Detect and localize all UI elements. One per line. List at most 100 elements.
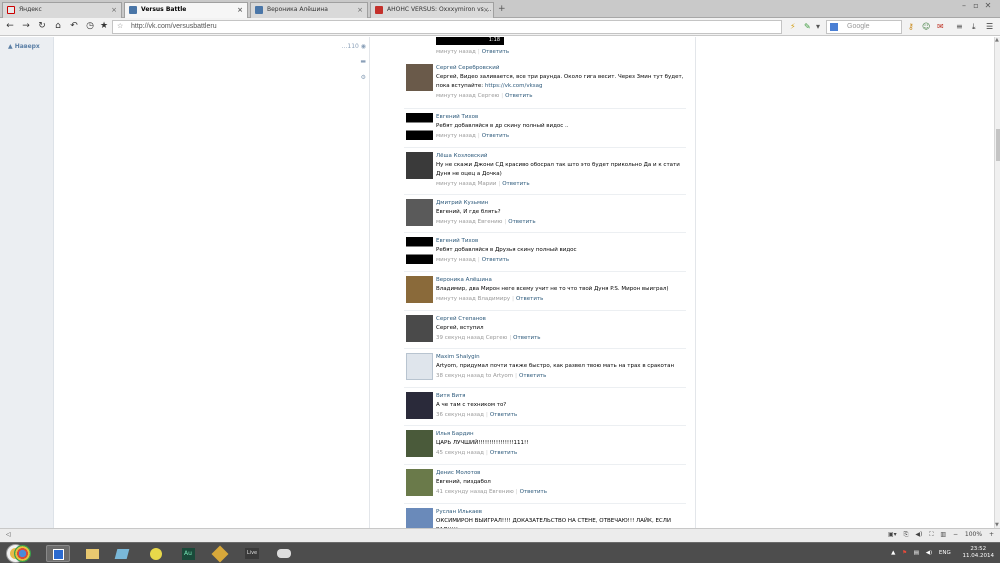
back-to-top-link[interactable]: ▲ Наверх bbox=[8, 43, 40, 50]
user-icon[interactable]: ☺ bbox=[922, 21, 930, 32]
taskbar-explorer[interactable] bbox=[80, 545, 104, 562]
tab-veronika[interactable]: Вероника Алёшина × bbox=[250, 2, 368, 18]
close-icon[interactable]: × bbox=[111, 3, 117, 17]
close-icon[interactable]: × bbox=[357, 3, 363, 17]
close-icon[interactable]: × bbox=[237, 3, 243, 17]
page-icon[interactable]: ⎘ bbox=[904, 531, 909, 539]
reload-icon[interactable]: ↻ bbox=[36, 20, 48, 33]
minimize-icon[interactable]: – bbox=[958, 1, 970, 10]
comment-author[interactable]: Денис Молотов bbox=[436, 469, 686, 477]
reply-link[interactable]: Ответить bbox=[520, 489, 547, 495]
pen-icon[interactable]: ✎ bbox=[804, 21, 811, 32]
reply-link[interactable]: Ответить bbox=[482, 49, 509, 55]
avatar[interactable] bbox=[406, 469, 433, 496]
tab-youtube[interactable]: АНОНС VERSUS: Oxxxymiron vs ... × bbox=[370, 2, 494, 18]
scroll-up-icon[interactable]: ▲ bbox=[995, 37, 999, 43]
comment-author[interactable]: Евгений Тихов bbox=[436, 237, 686, 245]
fullscreen-icon[interactable]: ⛶ bbox=[929, 531, 933, 539]
comment-author[interactable]: Лёша Козловский bbox=[436, 152, 686, 160]
tab-versus-battle[interactable]: Versus Battle × bbox=[124, 2, 248, 18]
mail-icon[interactable]: ✉ bbox=[937, 21, 944, 32]
comment-link[interactable]: https://vk.com/vksag bbox=[485, 83, 543, 89]
avatar[interactable] bbox=[406, 152, 433, 179]
tab-yandex[interactable]: Яндекс × bbox=[2, 2, 122, 18]
dropdown-icon[interactable]: ▾ bbox=[816, 21, 820, 32]
avatar[interactable] bbox=[406, 276, 433, 303]
back-icon[interactable]: ← bbox=[4, 20, 16, 33]
taskbar-opera[interactable] bbox=[46, 545, 70, 562]
reply-link[interactable]: Ответить bbox=[505, 93, 532, 99]
comment-author[interactable]: Сергей Степанов bbox=[436, 315, 686, 323]
split-icon[interactable]: ▥ bbox=[940, 531, 946, 538]
flag-icon[interactable]: ⚑ bbox=[902, 545, 907, 562]
zoom-out-icon[interactable]: − bbox=[953, 531, 958, 538]
menu-icon[interactable]: ≡ bbox=[956, 21, 963, 32]
reply-link[interactable]: Ответить bbox=[482, 257, 509, 263]
new-tab-button[interactable]: + bbox=[498, 3, 506, 15]
chrome-icon[interactable] bbox=[14, 545, 31, 562]
close-icon[interactable]: × bbox=[483, 3, 489, 17]
comment-icon[interactable]: ▬ bbox=[360, 58, 366, 65]
avatar[interactable] bbox=[406, 199, 433, 226]
taskbar-audition[interactable]: Au bbox=[176, 545, 200, 562]
taskbar-tool[interactable] bbox=[208, 545, 232, 562]
avatar[interactable] bbox=[406, 392, 433, 419]
language-indicator[interactable]: ENG bbox=[939, 545, 951, 562]
tray-arrow-icon[interactable]: ▲ bbox=[891, 545, 895, 562]
taskbar-live[interactable]: Live bbox=[240, 545, 264, 562]
reply-link[interactable]: Ответить bbox=[482, 133, 509, 139]
reply-link[interactable]: Ответить bbox=[502, 181, 529, 187]
comment-author[interactable]: Витя Витя bbox=[436, 392, 686, 400]
taskbar-winamp[interactable] bbox=[144, 545, 168, 562]
avatar[interactable] bbox=[406, 430, 433, 457]
search-input[interactable]: Google bbox=[826, 20, 902, 34]
comment-author[interactable]: Руслан Илькаев bbox=[436, 508, 686, 516]
scrollbar[interactable]: ▲ ▼ bbox=[994, 37, 1000, 528]
bookmark-star-icon[interactable]: ★ bbox=[98, 20, 110, 33]
history-icon[interactable]: ◷ bbox=[84, 20, 96, 33]
undo-close-icon[interactable]: ↶ bbox=[68, 20, 80, 33]
key-icon[interactable]: ⚷ bbox=[908, 21, 914, 32]
avatar[interactable] bbox=[406, 113, 433, 140]
comment-author[interactable]: Евгений Тихов bbox=[436, 113, 686, 121]
reply-link[interactable]: Ответить bbox=[508, 219, 535, 225]
home-icon[interactable]: ⌂ bbox=[52, 20, 64, 33]
avatar[interactable] bbox=[406, 237, 433, 264]
image-toggle-icon[interactable]: ▣▾ bbox=[888, 531, 897, 538]
video-player[interactable]: 1:18 bbox=[436, 37, 504, 45]
scroll-thumb[interactable] bbox=[996, 129, 1000, 161]
settings-menu-icon[interactable]: ☰ bbox=[986, 21, 993, 32]
reply-link[interactable]: Ответить bbox=[490, 450, 517, 456]
comment-author[interactable]: Maxim Shalygin bbox=[436, 353, 686, 361]
zoom-in-icon[interactable]: + bbox=[989, 531, 994, 538]
star-icon[interactable]: ☆ bbox=[117, 21, 123, 33]
comment-author[interactable]: Вероника Алёшина bbox=[436, 276, 686, 284]
statusbar-left-icon[interactable]: ◁ bbox=[6, 531, 11, 538]
download-icon[interactable]: ⤓ bbox=[972, 21, 976, 32]
zoom-level[interactable]: 100% bbox=[965, 531, 982, 538]
reply-link[interactable]: Ответить bbox=[490, 412, 517, 418]
address-bar[interactable]: ☆ http://vk.com/versusbattleru bbox=[112, 20, 782, 34]
volume-icon[interactable]: ◀) bbox=[926, 545, 932, 562]
reply-link[interactable]: Ответить bbox=[513, 335, 540, 341]
side-count[interactable]: ...110 ◉ bbox=[342, 43, 366, 50]
clock[interactable]: 23:52 11.04.2014 bbox=[958, 546, 995, 560]
lightning-icon[interactable]: ⚡ bbox=[790, 21, 796, 32]
avatar[interactable] bbox=[406, 353, 433, 380]
comment-author[interactable]: Дмитрий Кузьмин bbox=[436, 199, 686, 207]
gear-icon[interactable]: ⚙ bbox=[361, 74, 366, 81]
taskbar-notes[interactable] bbox=[110, 545, 134, 562]
close-window-icon[interactable]: ✕ bbox=[982, 1, 994, 10]
network-icon[interactable]: ▤ bbox=[914, 545, 919, 562]
avatar[interactable] bbox=[406, 315, 433, 342]
sound-icon[interactable]: ◀) bbox=[915, 531, 922, 538]
avatar[interactable] bbox=[406, 64, 433, 91]
comment-author[interactable]: Илья Бардин bbox=[436, 430, 686, 438]
reply-link[interactable]: Ответить bbox=[519, 373, 546, 379]
avatar[interactable] bbox=[406, 508, 433, 528]
forward-icon[interactable]: → bbox=[20, 20, 32, 33]
reply-link[interactable]: Ответить bbox=[516, 296, 543, 302]
taskbar-game[interactable] bbox=[272, 545, 296, 562]
restore-icon[interactable]: ▫ bbox=[970, 1, 982, 10]
comment-author[interactable]: Сергей Серебровский bbox=[436, 64, 686, 72]
